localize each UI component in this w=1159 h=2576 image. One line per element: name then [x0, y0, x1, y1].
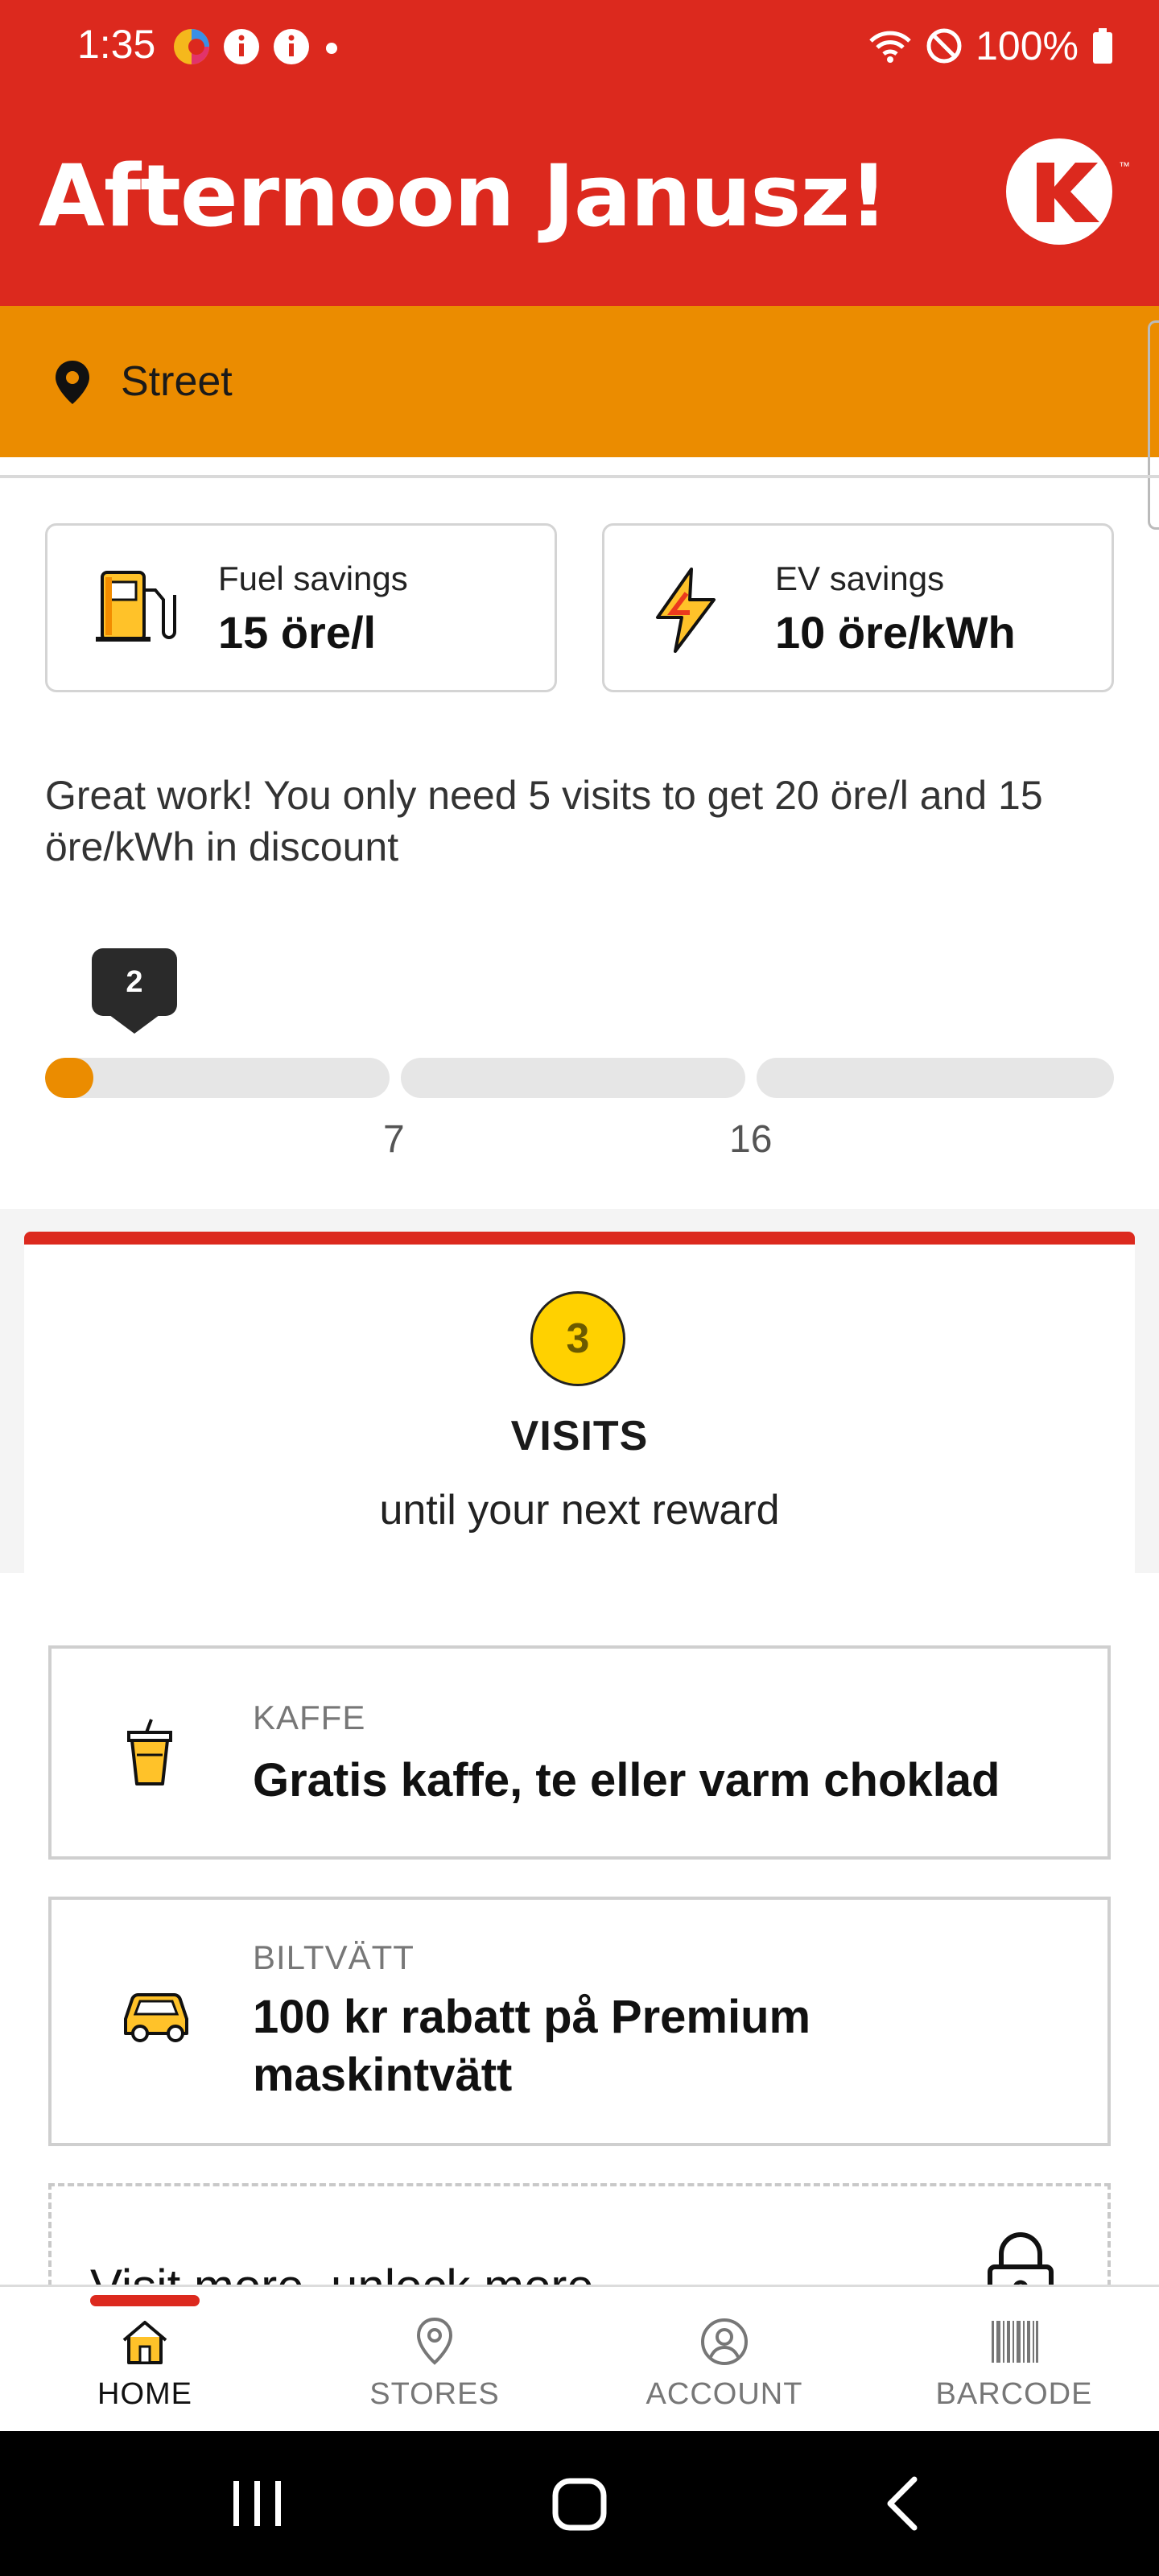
circle-k-logo-icon[interactable]	[1006, 138, 1112, 245]
home-icon	[122, 2321, 167, 2364]
back-icon[interactable]	[874, 2471, 935, 2536]
app-notification-icon	[174, 29, 209, 64]
info-icon	[274, 29, 309, 64]
recent-apps-icon[interactable]	[227, 2471, 288, 2536]
progress-segment	[401, 1058, 745, 1098]
fuel-savings-value: 15 öre/l	[218, 607, 377, 658]
battery-icon	[1093, 28, 1112, 64]
ev-savings-label: EV savings	[775, 559, 945, 597]
scroll-handle[interactable]	[1148, 320, 1159, 530]
nav-account-label: ACCOUNT	[645, 2377, 803, 2411]
car-icon	[124, 1993, 188, 2042]
location-pin-icon	[56, 361, 89, 404]
reward-card-carwash[interactable]: BILTVÄTT 100 kr rabatt på Premium maskin…	[48, 1897, 1111, 2146]
location-selector[interactable]: Street	[0, 306, 1159, 457]
current-visits-badge: 2	[92, 948, 177, 1016]
app-header: Afternoon Janusz! ™	[0, 97, 1159, 306]
reward-card-coffee[interactable]: KAFFE Gratis kaffe, te eller varm chokla…	[48, 1645, 1111, 1860]
notification-icons	[172, 27, 341, 66]
location-pin-icon	[416, 2317, 453, 2365]
dot-icon	[326, 43, 337, 54]
visits-section: 3 VISITS until your next reward	[0, 1209, 1159, 1573]
reward-title: 100 kr rabatt på Premium maskintvätt	[253, 1991, 811, 2101]
nav-barcode[interactable]: BARCODE	[869, 2287, 1159, 2434]
fuel-savings-card[interactable]: Fuel savings 15 öre/l	[45, 523, 557, 692]
ev-savings-value: 10 öre/kWh	[775, 607, 1016, 658]
nav-stores-label: STORES	[369, 2377, 500, 2411]
progress-segment	[45, 1058, 390, 1098]
system-navigation-bar	[0, 2431, 1159, 2576]
reward-title: Gratis kaffe, te eller varm choklad	[253, 1754, 1000, 1806]
progress-tick-label: 7	[383, 1118, 405, 1161]
account-icon	[701, 2318, 748, 2365]
status-time: 1:35	[77, 22, 156, 67]
info-icon	[224, 29, 259, 64]
status-bar: 1:35 100%	[0, 0, 1159, 97]
ev-savings-card[interactable]: EV savings 10 öre/kWh	[602, 523, 1114, 692]
greeting-title: Afternoon Janusz!	[39, 147, 888, 246]
trademark-mark: ™	[1119, 159, 1130, 172]
visits-count: 3	[530, 1291, 625, 1386]
nav-barcode-label: BARCODE	[935, 2377, 1093, 2411]
visits-title: VISITS	[510, 1413, 649, 1459]
badge-pointer	[106, 1013, 163, 1034]
nav-account[interactable]: ACCOUNT	[580, 2287, 869, 2434]
nav-home[interactable]: HOME	[0, 2287, 290, 2434]
do-not-disturb-icon	[926, 28, 962, 64]
reward-category: BILTVÄTT	[253, 1938, 415, 1976]
progress-message: Great work! You only need 5 visits to ge…	[45, 773, 1043, 869]
lightning-icon	[656, 568, 716, 653]
nav-stores[interactable]: STORES	[290, 2287, 580, 2434]
barcode-icon	[992, 2321, 1038, 2363]
progress-fill	[45, 1058, 93, 1098]
divider	[0, 475, 1159, 478]
status-right: 100%	[868, 23, 1114, 69]
progress-segment	[757, 1058, 1114, 1098]
progress-tick-label: 16	[729, 1118, 773, 1161]
visits-card: 3 VISITS until your next reward	[24, 1232, 1135, 1573]
home-button-icon[interactable]	[549, 2471, 610, 2536]
reward-category: KAFFE	[253, 1699, 366, 1736]
wifi-icon	[869, 31, 911, 63]
coffee-cup-icon	[127, 1719, 172, 1785]
fuel-pump-icon	[96, 571, 176, 642]
battery-percent: 100%	[975, 23, 1079, 68]
location-label: Street	[121, 358, 233, 405]
bottom-navigation: HOME STORES ACCOUNT BARCODE	[0, 2285, 1159, 2431]
nav-home-label: HOME	[97, 2377, 192, 2411]
fuel-savings-label: Fuel savings	[218, 559, 408, 597]
visits-subtitle: until your next reward	[379, 1487, 780, 1534]
